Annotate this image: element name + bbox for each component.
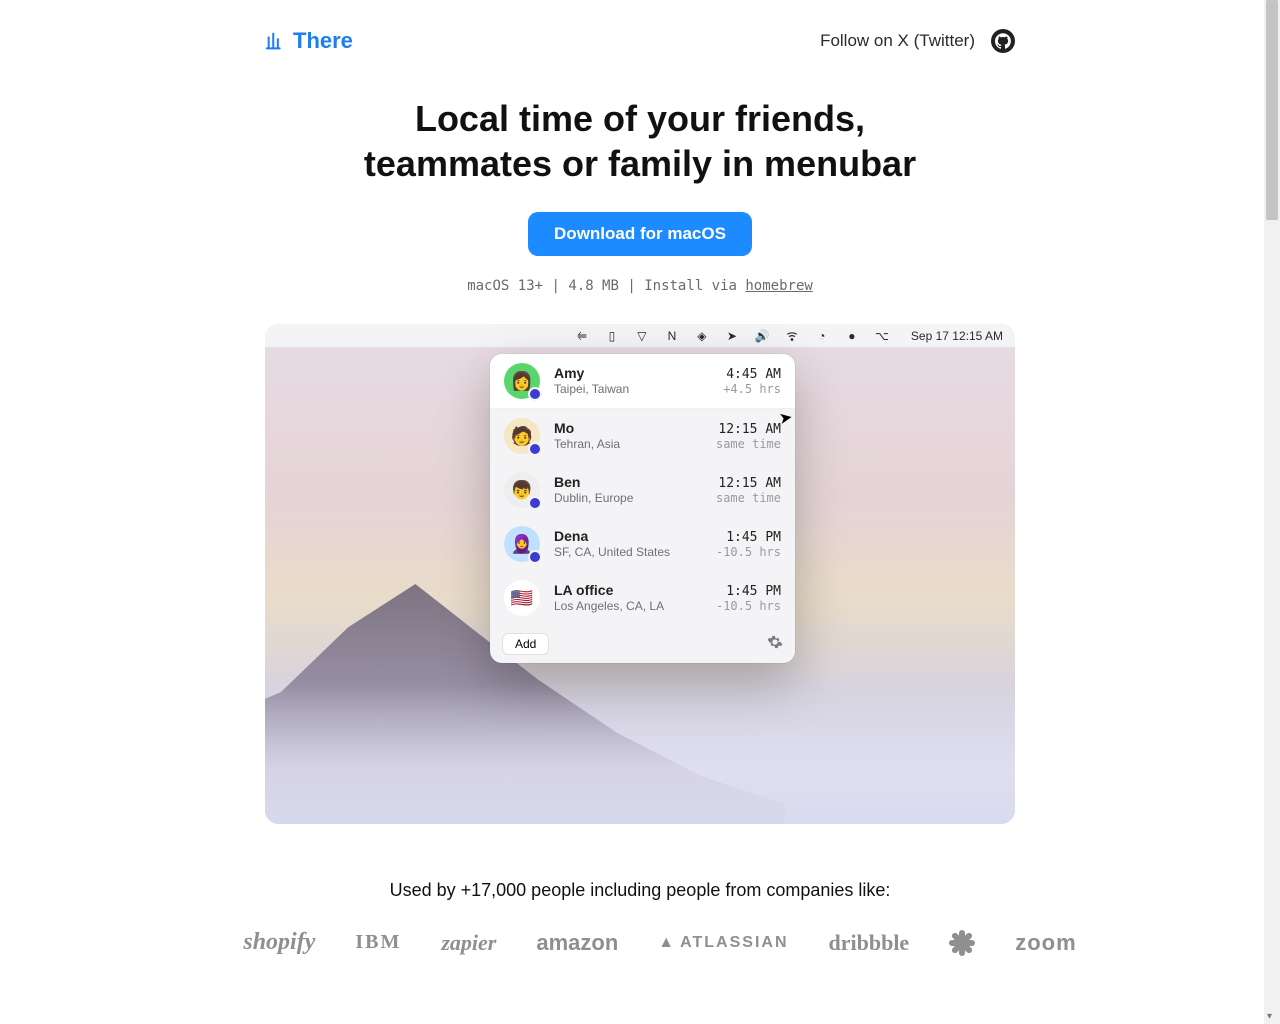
hero: Local time of your friends, teammates or… [265, 54, 1015, 294]
control-center-icon[interactable]: ⌥ [875, 329, 889, 343]
person-location: Taipei, Taiwan [554, 382, 719, 396]
follow-x-link[interactable]: Follow on X (Twitter) [820, 31, 975, 51]
person-name: Mo [554, 420, 712, 437]
notion-menubar-icon[interactable]: N [665, 329, 679, 343]
usedby-section: Used by +17,000 people including people … [265, 880, 1015, 956]
amazon-logo: amazon [536, 930, 618, 956]
sync-menubar-icon[interactable]: ◈ [695, 329, 709, 343]
divider: | [551, 278, 568, 294]
status-badge-icon [528, 550, 542, 564]
row-info: MoTehran, Asia [554, 420, 712, 451]
avatar: 🧑 [504, 418, 540, 454]
person-location: Dublin, Europe [554, 491, 712, 505]
scroll-down-icon[interactable]: ▾ [1267, 1011, 1272, 1022]
atlassian-text: ATLASSIAN [680, 934, 788, 952]
local-time: 12:15 AM [716, 476, 781, 491]
volume-menubar-icon[interactable]: 🔊 [755, 329, 769, 343]
menubar-datetime[interactable]: Sep 17 12:15 AM [911, 329, 1003, 343]
shopify-logo: shopify [243, 929, 315, 956]
wallpaper-haze [265, 684, 1015, 824]
there-menubar-icon[interactable]: ⥢ [575, 329, 589, 343]
row-time: 4:45 AM+4.5 hrs [723, 367, 781, 396]
person-location: SF, CA, United States [554, 545, 712, 559]
time-offset: same time [716, 437, 781, 451]
status-badge-icon [528, 496, 542, 510]
person-location: Los Angeles, CA, LA [554, 599, 712, 613]
logo[interactable]: There [265, 28, 353, 54]
local-time: 1:45 PM [716, 530, 781, 545]
hero-title: Local time of your friends, teammates or… [265, 96, 1015, 186]
timezone-row[interactable]: 👦BenDublin, Europe12:15 AMsame time [490, 463, 795, 517]
spotlight-menubar-icon[interactable]: ● [845, 329, 859, 343]
row-info: LA officeLos Angeles, CA, LA [554, 582, 712, 613]
logo-text: There [293, 28, 353, 54]
local-time: 4:45 AM [723, 367, 781, 382]
battery-menubar-icon[interactable]: ◔ [815, 329, 829, 343]
time-offset: -10.5 hrs [716, 599, 781, 613]
row-info: BenDublin, Europe [554, 474, 712, 505]
homebrew-link[interactable]: homebrew [745, 278, 812, 294]
loom-logo-icon [949, 930, 975, 956]
header: There Follow on X (Twitter) [265, 0, 1015, 54]
app-screenshot: ⥢ ▯ ▽ N ◈ ➤ 🔊 ◔ ● ⌥ Sep 17 12:15 AM [265, 324, 1015, 824]
person-name: Ben [554, 474, 712, 491]
person-name: LA office [554, 582, 712, 599]
divider: | [627, 278, 644, 294]
time-offset: +4.5 hrs [723, 382, 781, 396]
meta-size: 4.8 MB [568, 278, 619, 294]
hero-title-line1: Local time of your friends, [415, 98, 865, 139]
row-info: DenaSF, CA, United States [554, 528, 712, 559]
meta-install-prefix: Install via [644, 278, 745, 294]
location-menubar-icon[interactable]: ➤ [725, 329, 739, 343]
avatar: 👩 [504, 363, 540, 399]
row-time: 12:15 AMsame time [716, 476, 781, 505]
meta-line: macOS 13+ | 4.8 MB | Install via homebre… [265, 278, 1015, 294]
time-offset: -10.5 hrs [716, 545, 781, 559]
status-badge-icon [528, 442, 542, 456]
zoom-logo: zoom [1015, 930, 1076, 956]
row-time: 1:45 PM-10.5 hrs [716, 584, 781, 613]
company-logos: shopify IBM zapier amazon ▲ ATLASSIAN dr… [265, 929, 1015, 956]
ibm-logo: IBM [355, 931, 401, 954]
status-badge-icon [528, 387, 542, 401]
add-button[interactable]: Add [502, 633, 549, 655]
timezone-row[interactable]: 🧑MoTehran, Asia12:15 AMsame time [490, 409, 795, 463]
avatar: 👦 [504, 472, 540, 508]
popup-footer: Add [490, 625, 795, 663]
wifi-menubar-icon[interactable] [785, 329, 799, 343]
github-icon[interactable] [991, 29, 1015, 53]
there-popup: 👩AmyTaipei, Taiwan4:45 AM+4.5 hrs🧑MoTehr… [490, 354, 795, 663]
timezone-row[interactable]: 🇺🇸LA officeLos Angeles, CA, LA1:45 PM-10… [490, 571, 795, 625]
timezone-row[interactable]: 👩AmyTaipei, Taiwan4:45 AM+4.5 hrs [490, 354, 795, 409]
scrollbar-thumb[interactable] [1266, 0, 1278, 220]
settings-gear-icon[interactable] [767, 634, 783, 655]
atlassian-logo: ▲ ATLASSIAN [658, 934, 788, 952]
time-offset: same time [716, 491, 781, 505]
timezone-row[interactable]: 🧕DenaSF, CA, United States1:45 PM-10.5 h… [490, 517, 795, 571]
row-info: AmyTaipei, Taiwan [554, 365, 719, 396]
person-location: Tehran, Asia [554, 437, 712, 451]
row-time: 1:45 PM-10.5 hrs [716, 530, 781, 559]
scrollbar[interactable]: ▴ ▾ [1264, 0, 1280, 1024]
macos-menubar: ⥢ ▯ ▽ N ◈ ➤ 🔊 ◔ ● ⌥ Sep 17 12:15 AM [265, 324, 1015, 348]
dribbble-logo: dribbble [829, 930, 910, 956]
header-nav: Follow on X (Twitter) [820, 29, 1015, 53]
chat-menubar-icon[interactable]: ▽ [635, 329, 649, 343]
menubar-icons: ⥢ ▯ ▽ N ◈ ➤ 🔊 ◔ ● ⌥ [575, 329, 889, 343]
avatar: 🇺🇸 [504, 580, 540, 616]
meta-os: macOS 13+ [467, 278, 543, 294]
avatar: 🧕 [504, 526, 540, 562]
zapier-logo: zapier [441, 930, 496, 956]
download-button[interactable]: Download for macOS [528, 212, 752, 256]
there-logo-icon [265, 30, 287, 52]
person-name: Amy [554, 365, 719, 382]
local-time: 12:15 AM [716, 422, 781, 437]
person-name: Dena [554, 528, 712, 545]
local-time: 1:45 PM [716, 584, 781, 599]
row-time: 12:15 AMsame time [716, 422, 781, 451]
figma-menubar-icon[interactable]: ▯ [605, 329, 619, 343]
usedby-text: Used by +17,000 people including people … [265, 880, 1015, 901]
hero-title-line2: teammates or family in menubar [364, 143, 916, 184]
